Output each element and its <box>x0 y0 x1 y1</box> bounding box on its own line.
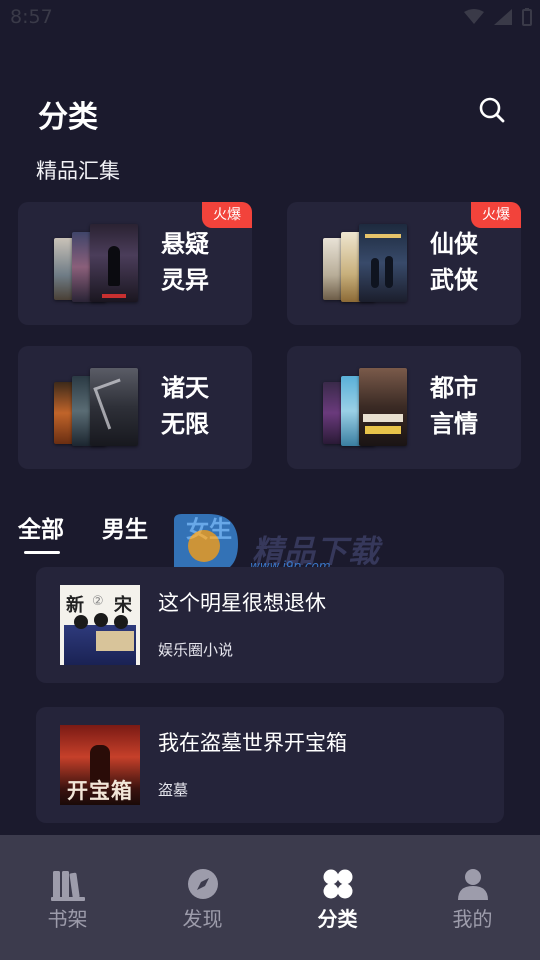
book-cover: 开宝箱 <box>60 725 140 805</box>
category-label: 诸天 无限 <box>161 374 209 438</box>
hot-badge: 火爆 <box>471 202 521 228</box>
book-cover: 新 ② 宋 <box>60 585 140 665</box>
category-label: 都市 言情 <box>430 374 478 438</box>
book-title: 我在盗墓世界开宝箱 <box>158 731 347 755</box>
category-label: 悬疑 灵异 <box>161 230 209 294</box>
category-card-infinite[interactable]: 诸天 无限 <box>18 346 252 469</box>
category-covers <box>54 368 138 446</box>
tab-indicator <box>24 551 60 554</box>
nav-label: 书架 <box>47 907 88 931</box>
nav-bookshelf[interactable]: 书架 <box>0 835 135 960</box>
category-grid-icon <box>323 869 352 899</box>
category-label: 仙侠 武侠 <box>430 230 478 294</box>
book-cover <box>359 224 407 302</box>
nav-category[interactable]: 分类 <box>270 835 405 960</box>
nav-label: 发现 <box>182 907 223 931</box>
nav-label: 我的 <box>452 907 493 931</box>
book-row[interactable]: 新 ② 宋 这个明星很想退休 娱乐圈小说 <box>36 567 504 683</box>
search-icon[interactable] <box>478 96 506 124</box>
book-cover <box>90 368 138 446</box>
person-icon <box>457 869 488 900</box>
status-icons <box>464 8 532 26</box>
section-title: 精品汇集 <box>36 159 120 183</box>
category-card-urban[interactable]: 都市 言情 <box>287 346 521 469</box>
hot-badge: 火爆 <box>202 202 252 228</box>
status-time: 8:57 <box>10 6 53 28</box>
nav-label: 分类 <box>317 907 358 931</box>
wifi-icon <box>464 9 484 24</box>
category-covers <box>323 368 407 446</box>
nav-discover[interactable]: 发现 <box>135 835 270 960</box>
book-cover <box>359 368 407 446</box>
battery-icon <box>522 8 532 26</box>
compass-icon <box>187 869 218 899</box>
book-tag: 娱乐圈小说 <box>158 641 234 659</box>
tab-all[interactable]: 全部 <box>18 510 64 544</box>
page-title: 分类 <box>38 100 98 135</box>
category-card-xianxia[interactable]: 仙侠 武侠 火爆 <box>287 202 521 325</box>
category-covers <box>54 224 138 302</box>
bottom-nav: 书架 发现 分类 我的 <box>0 835 540 960</box>
book-tag: 盗墓 <box>158 781 189 799</box>
book-row[interactable]: 开宝箱 我在盗墓世界开宝箱 盗墓 <box>36 707 504 823</box>
book-cover <box>90 224 138 302</box>
book-title: 这个明星很想退休 <box>158 591 326 615</box>
tab-male[interactable]: 男生 <box>102 510 148 544</box>
bookshelf-icon <box>50 871 85 901</box>
category-covers <box>323 224 407 302</box>
status-bar: 8:57 <box>0 0 540 36</box>
category-card-suspense[interactable]: 悬疑 灵异 火爆 <box>18 202 252 325</box>
nav-mine[interactable]: 我的 <box>405 835 540 960</box>
signal-icon <box>494 9 512 25</box>
